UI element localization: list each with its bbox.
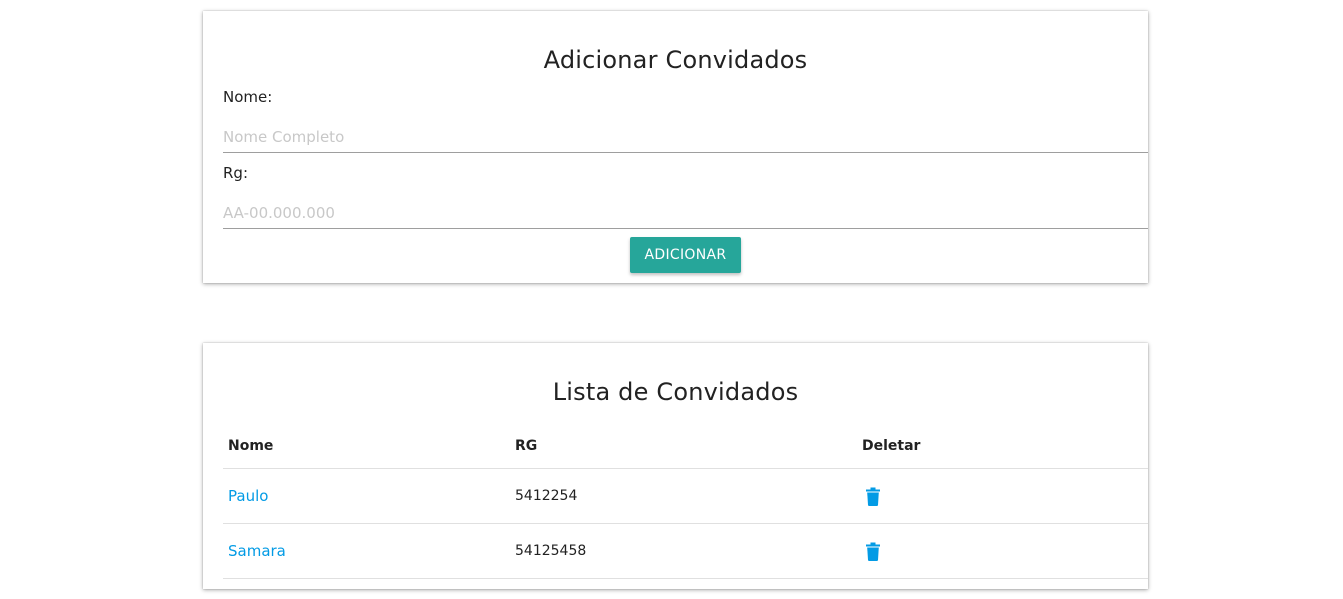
rg-input[interactable] bbox=[223, 197, 1148, 229]
table-row: Paulo 5412254 bbox=[223, 468, 1148, 524]
add-guest-card: Adicionar Convidados Nome: Rg: ADICIONAR bbox=[203, 11, 1148, 283]
add-guest-button[interactable]: ADICIONAR bbox=[630, 237, 741, 273]
add-guest-title: Adicionar Convidados bbox=[543, 46, 808, 74]
table-header-row: Nome RG Deletar bbox=[223, 423, 1148, 469]
guest-list-card: Lista de Convidados Nome RG Deletar Paul… bbox=[203, 343, 1148, 589]
trash-icon[interactable] bbox=[865, 542, 881, 561]
guest-rg-cell: 5412254 bbox=[510, 468, 857, 524]
column-header-deletar: Deletar bbox=[857, 423, 1148, 469]
guest-name-link[interactable]: Samara bbox=[228, 542, 286, 560]
guest-name-cell: Samara bbox=[223, 523, 510, 579]
column-header-rg: RG bbox=[510, 423, 857, 469]
guest-name-link[interactable]: Paulo bbox=[228, 487, 268, 505]
guest-name-cell: Paulo bbox=[223, 468, 510, 524]
name-input[interactable] bbox=[223, 121, 1148, 153]
column-header-nome: Nome bbox=[223, 423, 510, 469]
guest-list-title: Lista de Convidados bbox=[552, 378, 799, 406]
rg-field-label: Rg: bbox=[223, 164, 248, 182]
guest-delete-cell bbox=[857, 523, 1148, 579]
trash-icon[interactable] bbox=[865, 487, 881, 506]
table-row: Samara 54125458 bbox=[223, 523, 1148, 579]
guest-table: Nome RG Deletar Paulo 5412254 Samara 541… bbox=[223, 423, 1148, 579]
guest-rg-cell: 54125458 bbox=[510, 523, 857, 579]
guest-delete-cell bbox=[857, 468, 1148, 524]
name-field-label: Nome: bbox=[223, 88, 273, 106]
